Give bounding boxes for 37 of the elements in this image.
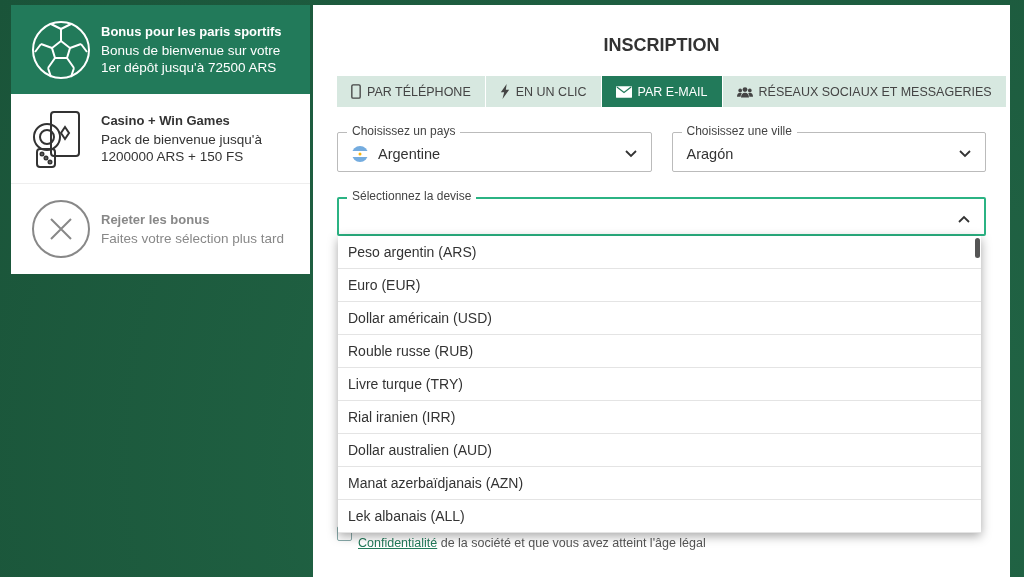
terms-text: Confidentialité de la société et que vous avez atteint l'âge légal: [358, 536, 706, 550]
bonus-option[interactable]: Casino + Win Games Pack de bienvenue jusqu'à 1200000 ARS + 150 FS: [11, 94, 310, 184]
field-label: Choisissez un pays: [347, 124, 461, 138]
field-label: Choisissez une ville: [681, 124, 797, 138]
soccer-ball-icon: [31, 19, 91, 80]
bonus-title: Rejeter les bonus: [101, 211, 211, 227]
form-title: INSCRIPTION: [603, 35, 720, 56]
field-value: Argentine: [378, 146, 442, 162]
currency-option[interactable]: Rouble russe (RUB): [338, 335, 981, 368]
bonus-title: Bonus pour les paris sportifs: [101, 23, 283, 39]
bonus-description: Pack de bienvenue jusqu'à 1200000 ARS + 150 FS: [101, 130, 263, 165]
bonus-title: Casino + Win Games: [101, 112, 231, 128]
currency-option[interactable]: Dollar australien (AUD): [338, 434, 981, 467]
bonus-option[interactable]: Bonus pour les paris sportifs Bonus de bienvenue sur votre 1er dépôt jusqu'à 72500 ARS: [11, 5, 310, 94]
users-icon: [736, 85, 753, 98]
bonus-description: Faites votre sélection plus tard: [101, 229, 285, 247]
chevron-down-icon: [624, 150, 637, 158]
field-value: Aragón: [686, 146, 735, 162]
currency-option[interactable]: Lek albanais (ALL): [338, 500, 981, 533]
currency-option[interactable]: Livre turque (TRY): [338, 368, 981, 401]
lightning-icon: [499, 84, 510, 99]
currency-option[interactable]: Rial iranien (IRR): [338, 401, 981, 434]
currency-option[interactable]: Dollar américain (USD): [338, 302, 981, 335]
chevron-down-icon: [959, 150, 971, 158]
close-circle-icon: [31, 199, 91, 259]
flag-icon: [352, 146, 368, 162]
chevron-up-icon: [958, 214, 970, 223]
privacy-link[interactable]: Confidentialité: [358, 536, 438, 550]
phone-icon: [351, 84, 361, 99]
field-label: Sélectionnez la devise: [347, 189, 477, 203]
scrollbar[interactable]: [975, 238, 980, 258]
registration-tab[interactable]: PAR E-MAIL: [601, 76, 723, 107]
bonus-description: Bonus de bienvenue sur votre 1er dépôt jusqu'à 72500 ARS: [101, 41, 282, 76]
currency-option[interactable]: Manat azerbaïdjanais (AZN): [338, 467, 981, 500]
terms-checkbox[interactable]: [337, 526, 352, 541]
envelope-icon: [615, 85, 632, 98]
currency-option[interactable]: Euro (EUR): [338, 269, 981, 302]
